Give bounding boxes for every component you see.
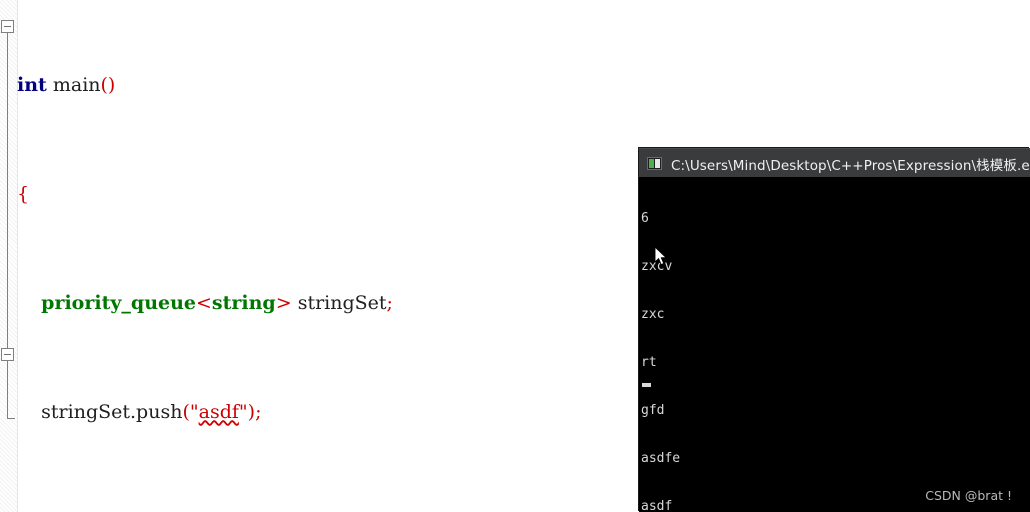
token-paren: () <box>100 73 116 96</box>
token-string-asdf: asdf <box>198 401 239 424</box>
console-line: 6 <box>641 211 649 226</box>
token-type-priority-queue: priority_queue <box>41 292 196 315</box>
console-text-caret <box>642 383 651 387</box>
token-quote: " <box>189 401 199 424</box>
console-line: gfd <box>641 403 665 418</box>
editor-fold-gutter[interactable] <box>0 0 18 512</box>
token-identifier-stringset: stringSet <box>291 292 387 315</box>
console-line: zxcv <box>641 259 673 274</box>
token-identifier-stringset: stringSet.push <box>41 401 183 424</box>
token-paren-close-semicolon: ); <box>247 401 262 424</box>
token-type-string: string <box>211 292 276 315</box>
console-titlebar[interactable]: C:\Users\Mind\Desktop\C++Pros\Expression… <box>639 148 1030 178</box>
fold-guide-end-while <box>7 418 15 419</box>
token-keyword-int: int <box>17 73 47 96</box>
token-angle-open: < <box>196 292 212 315</box>
token-semicolon: ; <box>386 292 393 315</box>
fold-toggle-while-block[interactable] <box>1 348 14 361</box>
token-angle-close: > <box>275 292 292 315</box>
fold-guide-line-while <box>7 361 8 418</box>
console-line: zxc <box>641 307 665 322</box>
token-identifier-main: main <box>46 73 101 96</box>
console-app-icon <box>647 157 662 170</box>
token-open-brace: { <box>17 183 30 206</box>
token-paren-open: ( <box>182 401 190 424</box>
token-quote: " <box>238 401 248 424</box>
console-window[interactable]: C:\Users\Mind\Desktop\C++Pros\Expression… <box>639 148 1030 512</box>
watermark-label: CSDN @brat ! <box>925 488 1012 503</box>
console-output-lines: 6 zxcv zxc rt gfd asdfe asdf Process ret… <box>641 179 1025 512</box>
fold-toggle-main-block[interactable] <box>1 20 14 33</box>
console-line: rt <box>641 355 657 370</box>
fold-guide-line-main <box>7 33 8 352</box>
console-output-area[interactable]: 6 zxcv zxc rt gfd asdfe asdf Process ret… <box>639 177 1030 512</box>
console-window-title: C:\Users\Mind\Desktop\C++Pros\Expression… <box>671 157 1030 174</box>
console-line: asdfe <box>641 451 681 466</box>
code-line-1: int main() <box>17 72 1030 99</box>
